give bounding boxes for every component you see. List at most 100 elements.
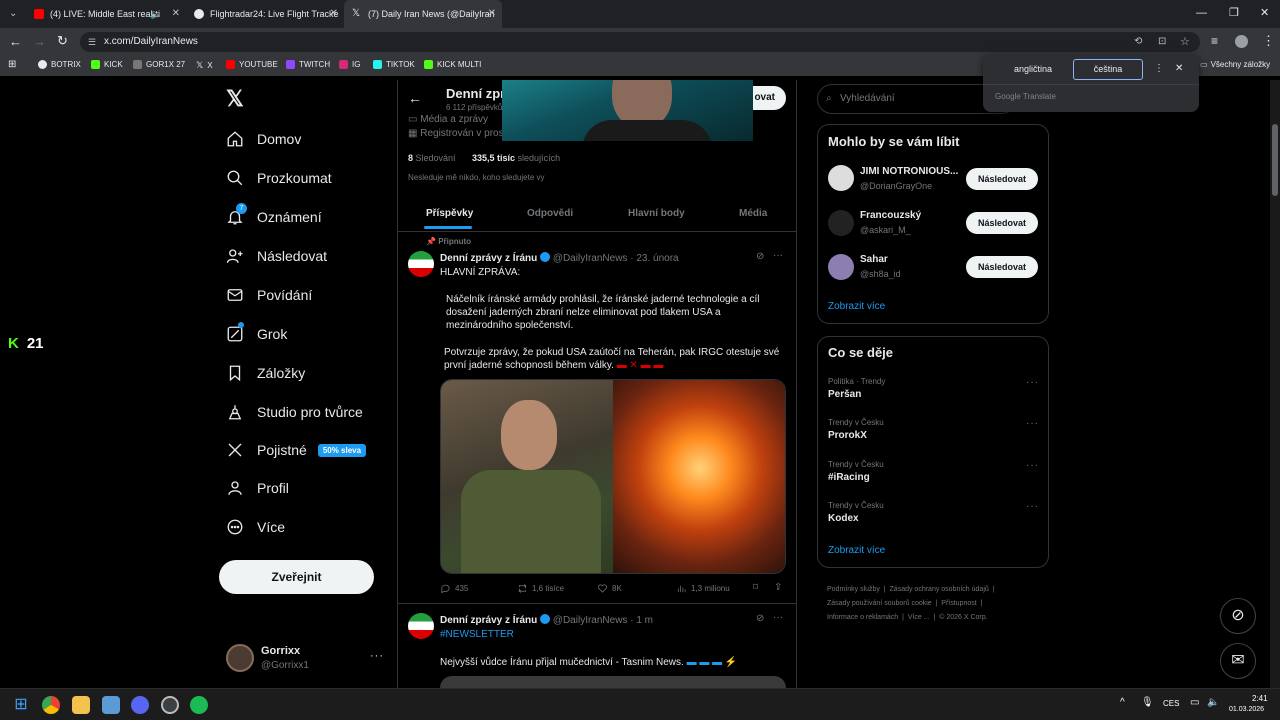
share-icon[interactable]: ⇪ [774, 582, 782, 593]
discord-icon[interactable] [131, 696, 149, 714]
bookmark-botrix[interactable]: BOTRIX [38, 60, 81, 69]
grok-icon[interactable]: ⊘ [756, 251, 764, 262]
followers-stat[interactable]: 335,5 tisíc sledujících [472, 153, 560, 163]
network-icon[interactable]: ▭ [1190, 697, 1199, 708]
trend-name[interactable]: ProrokX [828, 430, 867, 441]
all-bookmarks[interactable]: ▭ Všechny záložky [1200, 60, 1270, 69]
bookmark-kick[interactable]: KICK [91, 60, 123, 69]
sidebar-item-profile[interactable]: Profil [226, 476, 289, 500]
browser-tab-youtube[interactable]: (4) LIVE: Middle East real-ti 🔈 ✕ [26, 0, 186, 28]
sidebar-item-home[interactable]: Domov [226, 127, 301, 151]
more-icon[interactable]: ··· [1026, 377, 1039, 388]
bookmark-youtube[interactable]: YOUTUBE [226, 60, 278, 69]
messages-float-button[interactable]: ✉ [1220, 643, 1256, 679]
translate-target-lang[interactable]: čeština [1073, 59, 1143, 80]
trend-name[interactable]: Kodex [828, 513, 859, 524]
following-stat[interactable]: 8 Sledování [408, 153, 456, 163]
footer-link[interactable]: Více ... [908, 614, 930, 621]
tab-replies[interactable]: Odpovědi [527, 208, 573, 219]
bookmark-kick-multi[interactable]: KICK MULTI [424, 60, 481, 69]
audio-icon[interactable]: 🔈 [150, 9, 161, 20]
footer-link[interactable]: Zásady používání souborů cookie [827, 600, 932, 607]
more-icon[interactable]: ··· [1026, 418, 1039, 429]
tab-search-icon[interactable]: ⌄ [9, 8, 17, 19]
sidebar-item-notifications[interactable]: 7 Oznámení [226, 203, 322, 229]
apps-grid-icon[interactable]: ⊞ [8, 59, 16, 70]
sidebar-item-messages[interactable]: Povídání [226, 283, 312, 307]
input-language[interactable]: CES [1163, 699, 1179, 708]
follow-button[interactable]: Následovat [966, 256, 1038, 278]
site-info-icon[interactable]: ☰ [88, 32, 96, 52]
back-icon[interactable]: ← [9, 34, 22, 49]
sidebar-item-grok[interactable]: Grok [226, 322, 287, 346]
views-button[interactable]: 1,3 milionu [676, 583, 730, 594]
clock-date[interactable]: 01.03.2026 [1229, 706, 1264, 713]
more-icon[interactable]: ··· [773, 250, 783, 261]
trend-name[interactable]: Peršan [828, 389, 861, 400]
tab-media[interactable]: Média [739, 208, 767, 219]
more-icon[interactable]: ··· [1026, 460, 1039, 471]
x-logo-icon[interactable]: 𝕏 [226, 86, 244, 112]
account-menu-icon[interactable]: ··· [370, 650, 384, 662]
hashtag-link[interactable]: #NEWSLETTER [440, 629, 514, 640]
show-more-link[interactable]: Zobrazit více [828, 301, 885, 312]
like-button[interactable]: 8K [597, 583, 622, 594]
show-more-link[interactable]: Zobrazit více [828, 545, 885, 556]
grok-icon[interactable]: ⊘ [756, 613, 764, 624]
author-name[interactable]: Denní zprávy z Íránu [440, 615, 537, 626]
suggestion-name[interactable]: Francouzský [860, 210, 921, 221]
volume-icon[interactable]: 🔈 [1207, 697, 1219, 708]
tweet-media[interactable] [440, 676, 786, 688]
reading-list-icon[interactable]: ≡ [1211, 34, 1218, 48]
sidebar-item-bookmarks[interactable]: Záložky [226, 361, 305, 385]
footer-link[interactable]: Přístupnost [941, 600, 976, 607]
close-icon[interactable]: ✕ [488, 8, 496, 19]
kebab-menu-icon[interactable]: ⋮ [1262, 33, 1275, 49]
more-icon[interactable]: ··· [773, 612, 783, 623]
footer-link[interactable]: Podmínky služby [827, 586, 880, 593]
avatar[interactable] [226, 644, 254, 672]
bookmark-icon[interactable]: ⌑ [753, 582, 758, 593]
tweet-time[interactable]: · 23. února [630, 253, 678, 264]
tab-posts[interactable]: Příspěvky [426, 208, 473, 219]
back-arrow-icon[interactable]: ← [408, 90, 422, 106]
bookmark-tiktok[interactable]: TIKTOK [373, 60, 415, 69]
footer-link[interactable]: Zásady ochrany osobních údajů [890, 586, 989, 593]
reload-icon[interactable]: ↻ [57, 33, 68, 49]
more-icon[interactable]: ··· [1026, 501, 1039, 512]
profile-avatar-icon[interactable] [1235, 35, 1248, 48]
bookmark-twitch[interactable]: TWITCH [286, 60, 330, 69]
footer-link[interactable]: Informace o reklamách [827, 614, 898, 621]
close-icon[interactable]: ✕ [330, 8, 338, 19]
kebab-menu-icon[interactable]: ⋮ [1154, 63, 1164, 74]
close-icon[interactable]: ✕ [1175, 63, 1183, 74]
translate-source-lang[interactable]: angličtina [1014, 64, 1052, 74]
avatar[interactable] [828, 210, 854, 236]
reply-button[interactable]: 435 [440, 583, 468, 594]
chrome-icon[interactable] [42, 696, 60, 714]
tweet-time[interactable]: · 1 m [630, 615, 653, 626]
author-name[interactable]: Denní zprávy z Íránu [440, 253, 537, 264]
sidebar-item-premium[interactable]: Pojistné 50% sleva [226, 438, 367, 462]
post-button[interactable]: Zveřejnit [219, 560, 374, 594]
iran-flag-avatar[interactable] [408, 251, 434, 277]
bookmark-star-icon[interactable]: ☆ [1180, 32, 1190, 52]
file-explorer-icon[interactable] [72, 696, 90, 714]
tray-overflow-icon[interactable]: ^ [1120, 697, 1125, 708]
iran-flag-avatar[interactable] [408, 613, 434, 639]
author-handle[interactable]: @DailyIranNews [553, 253, 628, 264]
browser-tab-x-active[interactable]: 𝕏 (7) Daily Iran News (@DailyIran ✕ [344, 0, 502, 28]
sidebar-item-explore[interactable]: Prozkoumat [226, 166, 332, 190]
close-icon[interactable]: ✕ [172, 8, 180, 19]
microphone-icon[interactable]: 🎙 [1141, 697, 1154, 708]
repost-button[interactable]: 1,6 tisíce [517, 583, 564, 594]
address-bar[interactable]: ☰ x.com/DailyIranNews ⟲ ⊡ ☆ [80, 32, 1200, 52]
clock-time[interactable]: 2:41 [1252, 694, 1268, 703]
bookmark-ig[interactable]: IG [339, 60, 360, 69]
bookmark-x[interactable]: 𝕏X [196, 60, 213, 71]
tab-highlights[interactable]: Hlavní body [628, 208, 685, 219]
sidebar-item-creator-studio[interactable]: Studio pro tvůrce [226, 400, 363, 424]
suggestion-name[interactable]: Sahar [860, 254, 888, 265]
install-icon[interactable]: ⊡ [1158, 32, 1166, 52]
avatar[interactable] [828, 165, 854, 191]
